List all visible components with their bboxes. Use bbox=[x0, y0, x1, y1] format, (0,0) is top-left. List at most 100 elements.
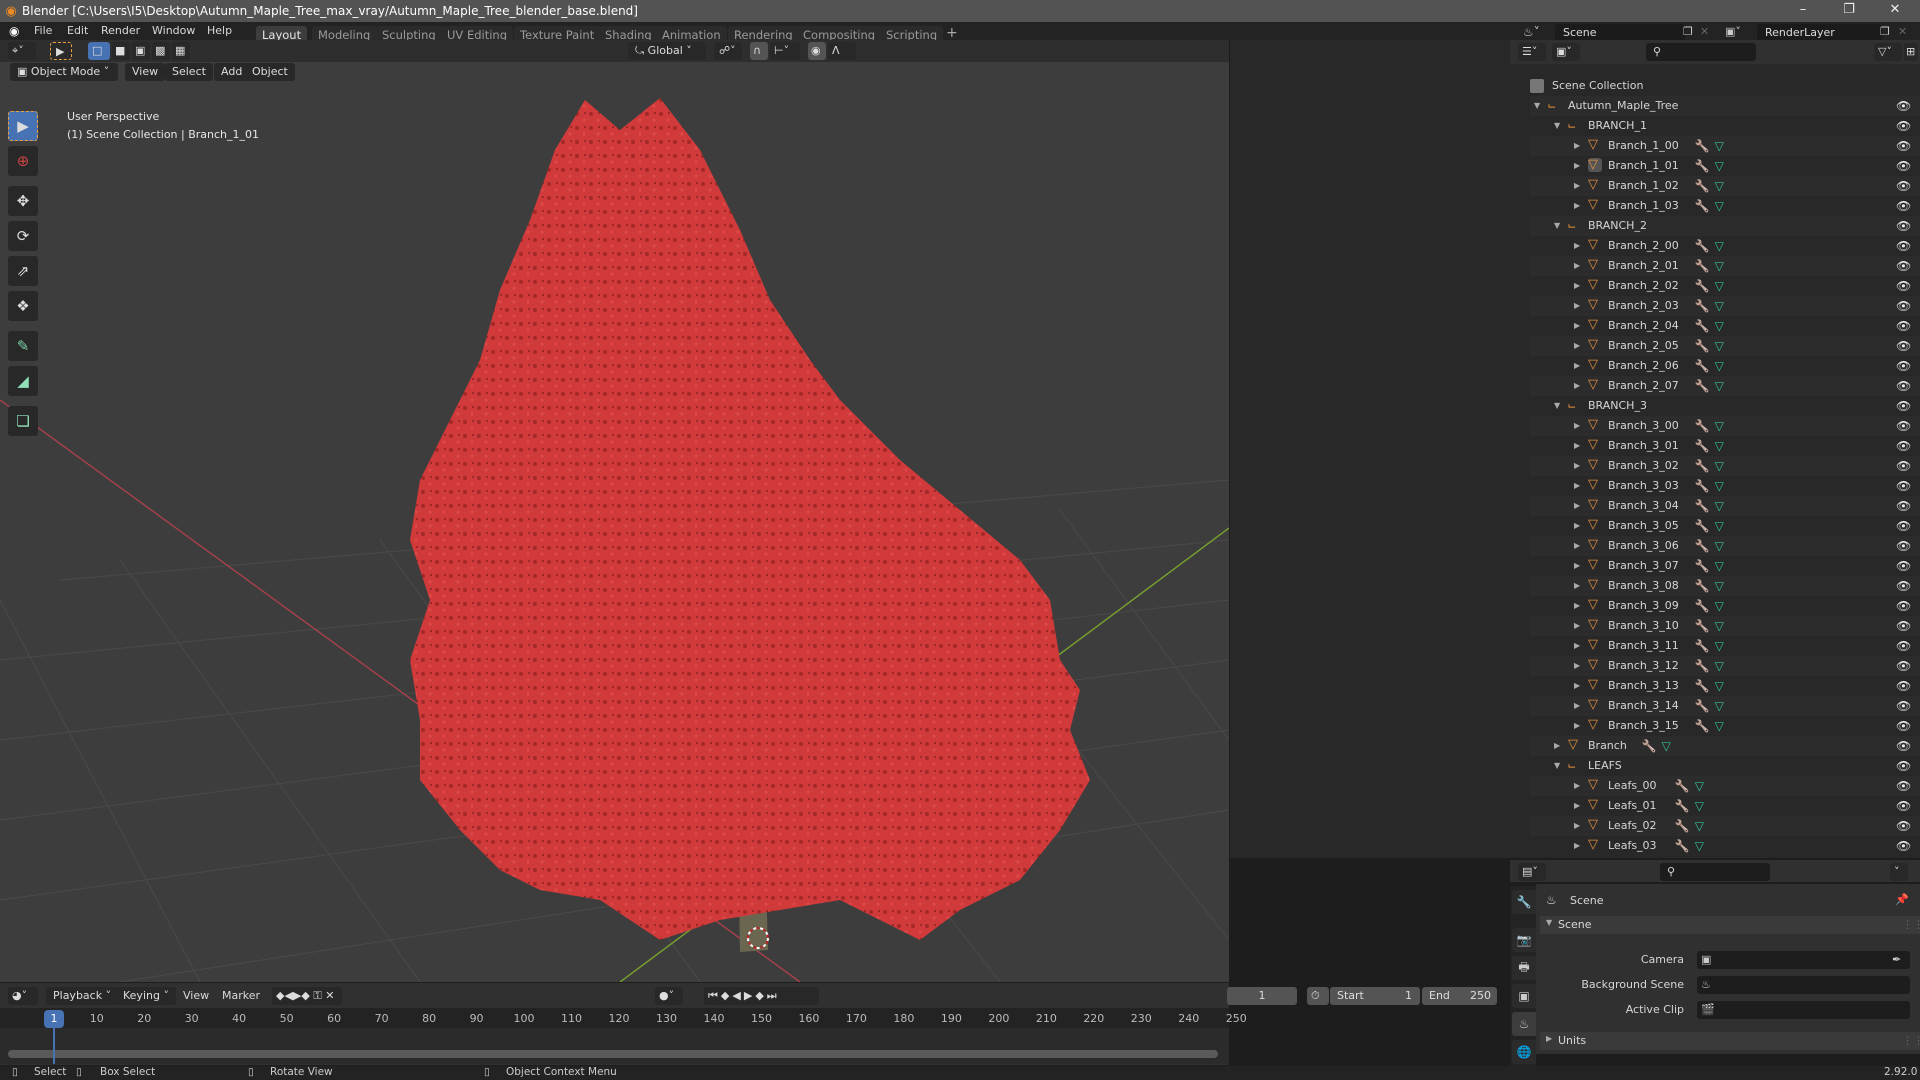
jump-end-icon[interactable]: ⏭ bbox=[767, 989, 780, 1002]
empty-object-icon[interactable]: ⨽ bbox=[1568, 118, 1582, 132]
mesh-data-icon[interactable]: ▽ bbox=[1715, 236, 1724, 256]
expand-arrow-right-icon[interactable]: ▶ bbox=[1554, 736, 1560, 756]
modifier-wrench-icon[interactable]: 🔧 bbox=[1695, 376, 1710, 396]
outliner-item[interactable]: ▼ ⨽ BRANCH_2 👁 bbox=[1530, 216, 1920, 236]
expand-arrow-right-icon[interactable]: ▶ bbox=[1574, 356, 1580, 376]
maximize-button[interactable]: ❐ bbox=[1826, 0, 1872, 22]
menu-edit[interactable]: Edit bbox=[67, 24, 88, 37]
play-reverse-icon[interactable]: ◀ bbox=[732, 989, 743, 1002]
mesh-data-icon[interactable]: ▽ bbox=[1715, 376, 1724, 396]
mesh-object-icon[interactable]: ▽ bbox=[1588, 538, 1602, 552]
visibility-eye-icon[interactable]: 👁 bbox=[1896, 716, 1911, 736]
expand-arrow-right-icon[interactable]: ▶ bbox=[1574, 296, 1580, 316]
mesh-object-icon[interactable]: ▽ bbox=[1588, 178, 1602, 192]
outliner-item[interactable]: ▶ ▽ Branch_3_00 🔧 ▽ 👁 bbox=[1530, 416, 1920, 436]
mesh-data-icon[interactable]: ▽ bbox=[1715, 256, 1724, 276]
visibility-eye-icon[interactable]: 👁 bbox=[1896, 736, 1911, 756]
outliner-item[interactable]: ▶ ▽ Leafs_03 🔧 ▽ 👁 bbox=[1530, 836, 1920, 856]
menu-window[interactable]: Window bbox=[152, 24, 195, 37]
mesh-data-icon[interactable]: ▽ bbox=[1715, 556, 1724, 576]
outliner-item[interactable]: ▼ ⨽ Autumn_Maple_Tree 👁 bbox=[1530, 96, 1920, 116]
tool-move-icon[interactable]: ✥ bbox=[8, 186, 38, 216]
delete-scene-icon[interactable]: ✕ bbox=[1700, 25, 1709, 38]
modifier-wrench-icon[interactable]: 🔧 bbox=[1675, 816, 1690, 836]
outliner-item[interactable]: ▶ ▽ Branch_3_11 🔧 ▽ 👁 bbox=[1530, 636, 1920, 656]
mesh-data-icon[interactable]: ▽ bbox=[1715, 196, 1724, 216]
expand-arrow-right-icon[interactable]: ▶ bbox=[1574, 656, 1580, 676]
new-scene-icon[interactable]: ❐ bbox=[1683, 25, 1693, 38]
modifier-wrench-icon[interactable]: 🔧 bbox=[1695, 576, 1710, 596]
outliner-item[interactable]: ▶ ▽ Branch_1_03 🔧 ▽ 👁 bbox=[1530, 196, 1920, 216]
expand-arrow-right-icon[interactable]: ▶ bbox=[1574, 136, 1580, 156]
playhead[interactable]: 1 bbox=[44, 1010, 64, 1028]
expand-arrow-right-icon[interactable]: ▶ bbox=[1574, 676, 1580, 696]
select-mode-invert-icon[interactable]: ▩ bbox=[152, 42, 170, 60]
play-icon[interactable]: ▶ bbox=[744, 989, 755, 1002]
mesh-data-icon[interactable]: ▽ bbox=[1715, 536, 1724, 556]
menu-object[interactable]: Object bbox=[245, 63, 295, 81]
mesh-object-icon[interactable]: ▽ bbox=[1588, 438, 1602, 452]
outliner-item[interactable]: ▶ ▽ Branch_3_08 🔧 ▽ 👁 bbox=[1530, 576, 1920, 596]
mesh-data-icon[interactable]: ▽ bbox=[1715, 356, 1724, 376]
expand-arrow-right-icon[interactable]: ▶ bbox=[1574, 196, 1580, 216]
snap-toggle-icon[interactable]: ∩ bbox=[750, 42, 768, 60]
menu-view[interactable]: View bbox=[183, 989, 209, 1002]
expand-arrow-right-icon[interactable]: ▶ bbox=[1574, 516, 1580, 536]
outliner-item[interactable]: ▶ ▽ Branch_3_14 🔧 ▽ 👁 bbox=[1530, 696, 1920, 716]
expand-arrow-right-icon[interactable]: ▶ bbox=[1574, 496, 1580, 516]
select-tool-icon[interactable]: ▶ bbox=[50, 42, 72, 60]
tab-tool-icon[interactable]: 🔧 bbox=[1512, 890, 1536, 914]
mesh-data-icon[interactable]: ▽ bbox=[1715, 516, 1724, 536]
tool-measure-icon[interactable]: ◢ bbox=[8, 366, 38, 396]
mesh-data-icon[interactable]: ▽ bbox=[1695, 796, 1704, 816]
tool-select-box-icon[interactable]: ▶ bbox=[8, 111, 38, 141]
eyedropper-icon[interactable]: ✒ bbox=[1892, 953, 1901, 966]
expand-arrow-right-icon[interactable]: ▶ bbox=[1574, 376, 1580, 396]
modifier-wrench-icon[interactable]: 🔧 bbox=[1695, 256, 1710, 276]
outliner-item[interactable]: ▶ ▽ Leafs_01 🔧 ▽ 👁 bbox=[1530, 796, 1920, 816]
visibility-eye-icon[interactable]: 👁 bbox=[1896, 296, 1911, 316]
display-mode-dropdown[interactable]: ▣˅ bbox=[1552, 43, 1580, 61]
expand-arrow-right-icon[interactable]: ▶ bbox=[1574, 796, 1580, 816]
modifier-wrench-icon[interactable]: 🔧 bbox=[1675, 836, 1690, 856]
visibility-eye-icon[interactable]: 👁 bbox=[1896, 376, 1911, 396]
outliner-item[interactable]: ▼ ⨽ BRANCH_3 👁 bbox=[1530, 396, 1920, 416]
mode-dropdown[interactable]: ▣ Object Mode ˅ bbox=[10, 63, 118, 81]
mesh-object-icon[interactable]: ▽ bbox=[1588, 138, 1602, 152]
modifier-wrench-icon[interactable]: 🔧 bbox=[1675, 776, 1690, 796]
mesh-data-icon[interactable]: ▽ bbox=[1715, 416, 1724, 436]
expand-arrow-right-icon[interactable]: ▶ bbox=[1574, 256, 1580, 276]
modifier-wrench-icon[interactable]: 🔧 bbox=[1695, 496, 1710, 516]
mesh-object-icon[interactable]: ▽ bbox=[1588, 698, 1602, 712]
visibility-eye-icon[interactable]: 👁 bbox=[1896, 416, 1911, 436]
active-clip-field[interactable]: 🎬 bbox=[1697, 1001, 1910, 1019]
start-frame-field[interactable]: Start 1 bbox=[1330, 987, 1420, 1005]
timeline-editor-type-icon[interactable]: ◕˅ bbox=[8, 987, 38, 1005]
mesh-data-icon[interactable]: ▽ bbox=[1715, 616, 1724, 636]
expand-arrow-right-icon[interactable]: ▶ bbox=[1574, 176, 1580, 196]
modifier-wrench-icon[interactable]: 🔧 bbox=[1695, 356, 1710, 376]
outliner-item[interactable]: ▶ ▽ Leafs_02 🔧 ▽ 👁 bbox=[1530, 816, 1920, 836]
scene-browse-icon[interactable]: ♨˅ bbox=[1523, 25, 1540, 39]
visibility-eye-icon[interactable]: 👁 bbox=[1896, 836, 1911, 856]
expand-arrow-right-icon[interactable]: ▶ bbox=[1574, 536, 1580, 556]
expand-arrow-right-icon[interactable]: ▶ bbox=[1574, 416, 1580, 436]
mesh-object-icon[interactable]: ▽ bbox=[1588, 678, 1602, 692]
expand-arrow-right-icon[interactable]: ▶ bbox=[1574, 156, 1580, 176]
expand-arrow-right-icon[interactable]: ▶ bbox=[1574, 716, 1580, 736]
outliner-item[interactable]: ▶ ▽ Branch_3_05 🔧 ▽ 👁 bbox=[1530, 516, 1920, 536]
drag-handle-icon[interactable]: ⋮⋮ bbox=[1902, 918, 1920, 931]
camera-field[interactable]: ▣ ✒ bbox=[1697, 951, 1910, 969]
modifier-wrench-icon[interactable]: 🔧 bbox=[1695, 196, 1710, 216]
menu-render[interactable]: Render bbox=[101, 24, 140, 37]
modifier-wrench-icon[interactable]: 🔧 bbox=[1695, 596, 1710, 616]
mesh-object-icon[interactable]: ▽ bbox=[1588, 638, 1602, 652]
expand-arrow-right-icon[interactable]: ▶ bbox=[1574, 556, 1580, 576]
visibility-eye-icon[interactable]: 👁 bbox=[1896, 156, 1911, 176]
mesh-object-icon[interactable]: ▽ bbox=[1588, 718, 1602, 732]
modifier-wrench-icon[interactable]: 🔧 bbox=[1695, 656, 1710, 676]
mesh-data-icon[interactable]: ▽ bbox=[1715, 576, 1724, 596]
empty-object-icon[interactable]: ⨽ bbox=[1568, 398, 1582, 412]
mesh-data-icon[interactable]: ▽ bbox=[1715, 496, 1724, 516]
mesh-data-icon[interactable]: ▽ bbox=[1715, 696, 1724, 716]
